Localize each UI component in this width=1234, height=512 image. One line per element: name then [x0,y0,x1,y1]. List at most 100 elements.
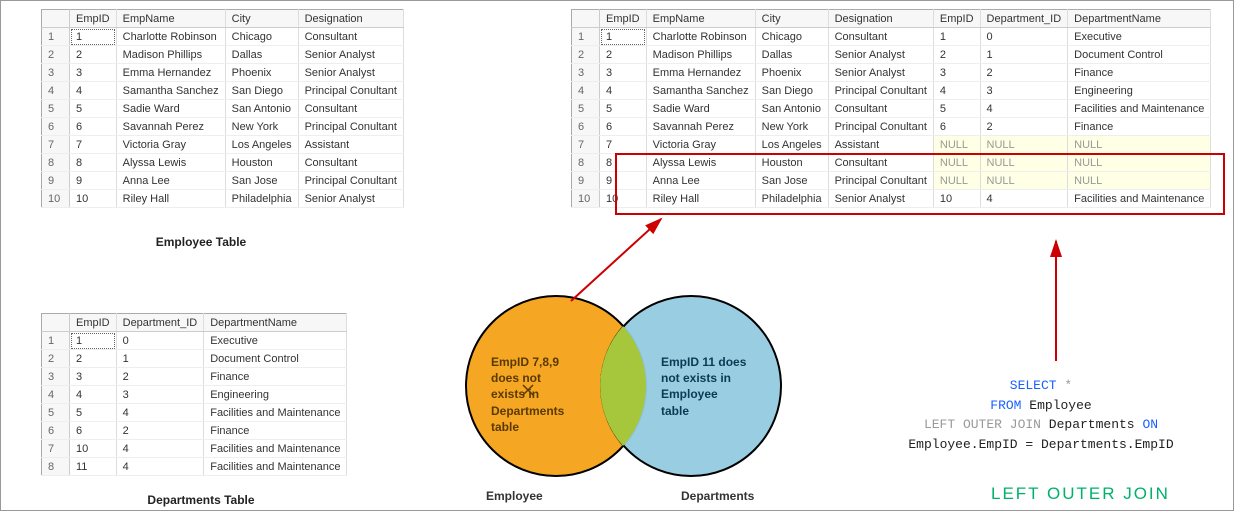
cell: Executive [204,332,347,350]
col-header: Department_ID [116,314,204,332]
cell: Document Control [204,350,347,368]
cell: 4 [70,386,117,404]
sql-t1: Employee [1029,398,1091,413]
row-number: 1 [42,332,70,350]
venn-right-text: EmpID 11 does not exists in Employee tab… [661,354,781,419]
row-header-blank [42,314,70,332]
col-header: DepartmentName [204,314,347,332]
cell: 4 [980,190,1068,208]
cell: 1 [933,28,980,46]
table-row: 22Madison PhillipsDallasSenior Analyst [42,46,404,64]
col-header: EmpID [933,10,980,28]
venn-right-line1: EmpID 11 does [661,355,746,369]
cell: Senior Analyst [828,46,933,64]
cell: 4 [116,404,204,422]
result-table: EmpIDEmpNameCityDesignationEmpIDDepartme… [571,9,1211,208]
table-row: 1010Riley HallPhiladelphiaSenior Analyst [42,190,404,208]
cell: Consultant [298,154,403,172]
table-row: 22Madison PhillipsDallasSenior Analyst21… [572,46,1211,64]
cell: Chicago [755,28,828,46]
col-header: EmpID [70,10,117,28]
cell: Madison Phillips [646,46,755,64]
row-number: 8 [42,458,70,476]
col-header: City [755,10,828,28]
row-number: 2 [42,350,70,368]
cell: 3 [70,64,117,82]
row-number: 4 [42,82,70,100]
table-row: 99Anna LeeSan JosePrincipal ConultantNUL… [572,172,1211,190]
cell: Senior Analyst [298,190,403,208]
cell: New York [225,118,298,136]
cell: NULL [980,172,1068,190]
table-row: 33Emma HernandezPhoenixSenior Analyst [42,64,404,82]
row-number: 1 [42,28,70,46]
table-row: 662Finance [42,422,347,440]
cell: Victoria Gray [646,136,755,154]
table-row: 55Sadie WardSan AntonioConsultant [42,100,404,118]
table-row: 77Victoria GrayLos AngelesAssistant [42,136,404,154]
table-row: 88Alyssa LewisHoustonConsultantNULLNULLN… [572,154,1211,172]
row-number: 7 [42,440,70,458]
table-row: 1010Riley HallPhiladelphiaSenior Analyst… [572,190,1211,208]
cell: 4 [600,82,647,100]
cell: 3 [70,368,117,386]
cell: Engineering [1068,82,1211,100]
cell: Assistant [298,136,403,154]
cell: Facilities and Maintenance [204,458,347,476]
cell: 9 [70,172,117,190]
sql-cond: Employee.EmpID = Departments.EmpID [908,437,1173,452]
cell: Senior Analyst [828,190,933,208]
cell: Principal Conultant [828,118,933,136]
cell: Savannah Perez [646,118,755,136]
col-header: Designation [828,10,933,28]
cell: Finance [1068,118,1211,136]
departments-table: EmpIDDepartment_IDDepartmentName110Execu… [41,313,347,476]
cell: 7 [600,136,647,154]
cell: Senior Analyst [298,46,403,64]
row-number: 8 [572,154,600,172]
sql-from: FROM [990,398,1021,413]
row-number: 5 [42,404,70,422]
col-header: EmpName [116,10,225,28]
venn-right-caption: Departments [681,489,754,503]
cell: Consultant [828,154,933,172]
row-number: 3 [572,64,600,82]
cell: NULL [933,154,980,172]
cell: Consultant [828,100,933,118]
cell: Chicago [225,28,298,46]
employee-table-caption: Employee Table [121,235,281,249]
cell: Dallas [225,46,298,64]
cell: Alyssa Lewis [116,154,225,172]
table-row: 11Charlotte RobinsonChicagoConsultant10E… [572,28,1211,46]
cell: Charlotte Robinson [646,28,755,46]
cell: 6 [600,118,647,136]
cell: 3 [600,64,647,82]
cell: Executive [1068,28,1211,46]
cell: Principal Conultant [298,82,403,100]
cell: San Diego [755,82,828,100]
cell: Madison Phillips [116,46,225,64]
employee-table: EmpIDEmpNameCityDesignation11Charlotte R… [41,9,404,208]
cell: 5 [70,100,117,118]
table-row: 11Charlotte RobinsonChicagoConsultant [42,28,404,46]
cell: Facilities and Maintenance [204,440,347,458]
cell: Charlotte Robinson [116,28,225,46]
cell: Engineering [204,386,347,404]
cell: Principal Conultant [298,118,403,136]
cell: Principal Conultant [828,172,933,190]
cell: 10 [933,190,980,208]
sql-query: SELECT * FROM Employee LEFT OUTER JOIN D… [871,376,1211,454]
cell: Philadelphia [755,190,828,208]
venn-right-line2: not exists in [661,371,731,385]
cell: 6 [70,422,117,440]
table-row: 332Finance [42,368,347,386]
cell: 5 [70,404,117,422]
cell: 2 [933,46,980,64]
sql-loj: LEFT OUTER JOIN [924,417,1041,432]
cell: Facilities and Maintenance [204,404,347,422]
row-header-blank [572,10,600,28]
cell: NULL [980,136,1068,154]
cell: 4 [70,82,117,100]
table-row: 221Document Control [42,350,347,368]
cell: Houston [225,154,298,172]
